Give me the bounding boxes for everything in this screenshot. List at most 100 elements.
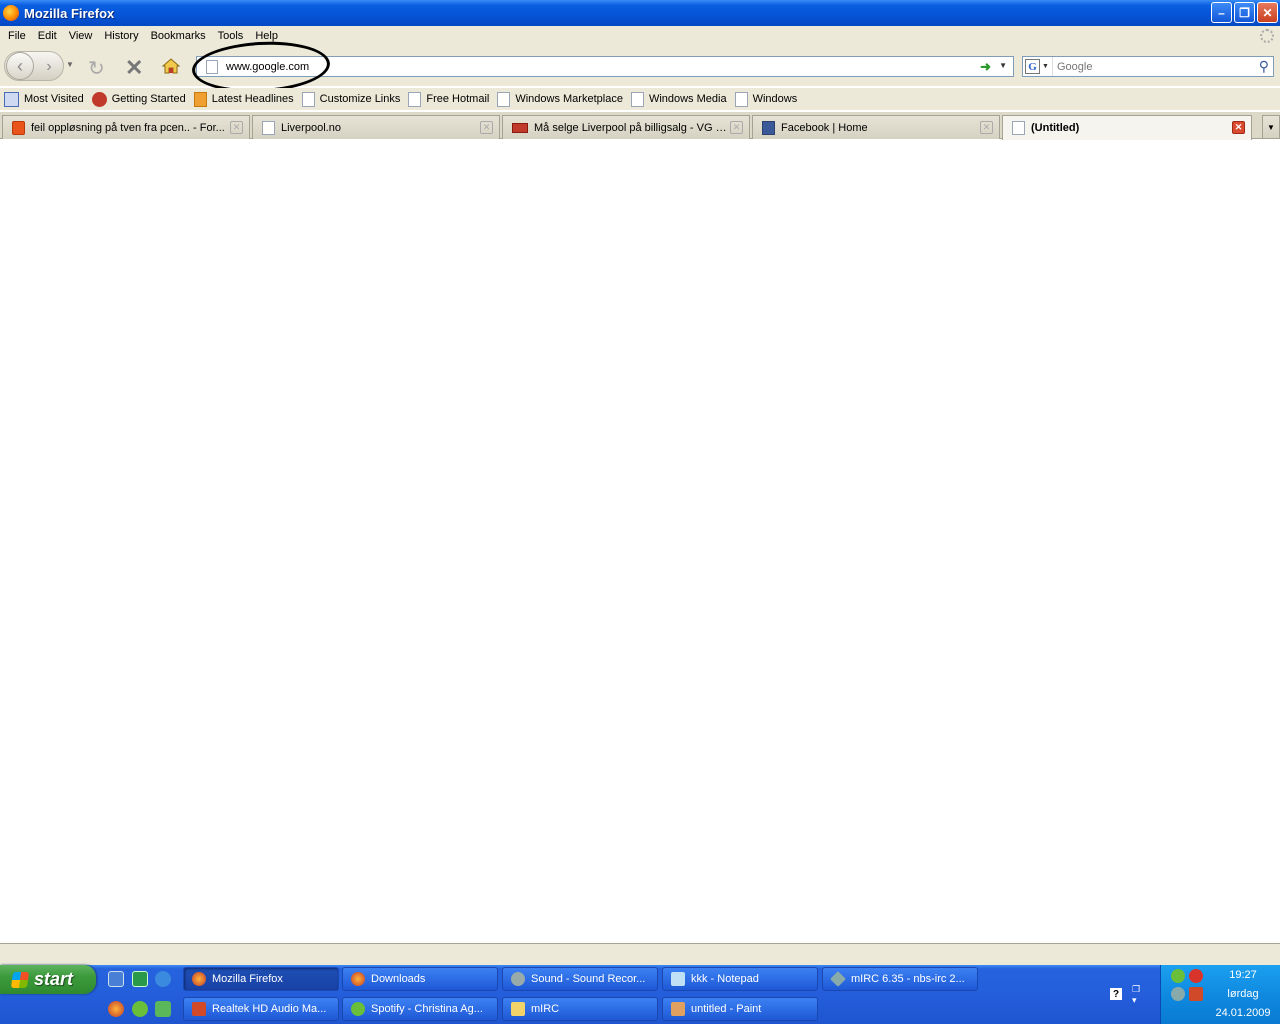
menu-file[interactable]: File [2, 30, 32, 42]
bookmark-label: Customize Links [319, 93, 401, 105]
tab-close-icon[interactable]: ✕ [730, 121, 743, 134]
bookmark-customize-links[interactable]: Customize Links [301, 91, 401, 107]
bookmark-label: Most Visited [24, 93, 84, 105]
window-controls: – ❐ ✕ [1211, 2, 1278, 23]
minimize-button[interactable]: – [1211, 2, 1232, 23]
bookmark-most-visited[interactable]: Most Visited [4, 91, 84, 107]
tab-strip: feil oppløsning på tven fra pcen.. - For… [0, 112, 1280, 140]
tray-expand-icon[interactable]: ❐ ▾ [1132, 984, 1140, 1006]
task-label: Realtek HD Audio Ma... [212, 1003, 327, 1015]
home-button[interactable] [161, 56, 181, 76]
page-content[interactable] [0, 140, 1280, 943]
quicklaunch-firefox-icon[interactable] [108, 1001, 124, 1017]
bookmark-windows-marketplace[interactable]: Windows Marketplace [497, 91, 623, 107]
list-all-tabs-button[interactable]: ▼ [1262, 115, 1280, 139]
taskbar: start Mozilla Firefox Downloads Sound - … [0, 965, 1280, 1024]
firefox-icon [192, 972, 206, 986]
restore-button[interactable]: ❐ [1234, 2, 1255, 23]
task-sound-recorder[interactable]: Sound - Sound Recor... [502, 967, 658, 991]
go-arrow-icon[interactable]: ➜ [980, 59, 991, 75]
bookmark-free-hotmail[interactable]: Free Hotmail [408, 91, 490, 107]
bookmark-getting-started[interactable]: Getting Started [91, 91, 186, 107]
rss-icon [193, 91, 207, 107]
firefox-icon [3, 5, 19, 21]
home-icon [161, 58, 181, 74]
task-notepad[interactable]: kkk - Notepad [662, 967, 818, 991]
tab-close-icon[interactable]: ✕ [480, 121, 493, 134]
tab-liverpool[interactable]: Liverpool.no ✕ [252, 115, 500, 139]
tab-label: feil oppløsning på tven fra pcen.. - For… [31, 121, 225, 134]
bookmark-label: Getting Started [111, 93, 186, 105]
tab-vg-article[interactable]: Må selge Liverpool på billigsalg - VG N.… [502, 115, 750, 139]
menu-tools[interactable]: Tools [212, 30, 250, 42]
windows-logo-icon [10, 971, 30, 988]
page-icon [630, 91, 644, 107]
task-label: Spotify - Christina Ag... [371, 1003, 483, 1015]
task-mirc-folder[interactable]: mIRC [502, 997, 658, 1021]
menu-view[interactable]: View [63, 30, 99, 42]
bookmark-label: Windows Marketplace [515, 93, 623, 105]
clock-date: 24.01.2009 [1215, 1007, 1271, 1019]
tab-feil-opplosning[interactable]: feil oppløsning på tven fra pcen.. - For… [2, 115, 250, 139]
forward-button[interactable]: › [38, 56, 60, 78]
search-engine-selector[interactable]: G ▼ [1023, 57, 1053, 76]
start-button[interactable]: start [0, 965, 96, 994]
sound-recorder-tray-icon[interactable] [1171, 987, 1185, 1001]
tab-untitled[interactable]: (Untitled) ✕ [1002, 115, 1252, 140]
quicklaunch-desktop-icon[interactable] [108, 971, 124, 987]
window-title: Mozilla Firefox [24, 5, 115, 21]
quicklaunch-ie-icon[interactable] [155, 971, 171, 987]
task-realtek-audio[interactable]: Realtek HD Audio Ma... [183, 997, 339, 1021]
tab-close-icon[interactable]: ✕ [980, 121, 993, 134]
search-icon[interactable]: ⚲ [1259, 58, 1269, 75]
bookmark-windows-media[interactable]: Windows Media [630, 91, 727, 107]
forum-favicon-icon [12, 120, 25, 135]
tab-close-icon[interactable]: ✕ [1232, 121, 1245, 134]
url-dropdown-icon[interactable]: ▼ [999, 61, 1007, 70]
url-input[interactable] [226, 60, 946, 73]
menu-history[interactable]: History [98, 30, 144, 42]
tab-facebook[interactable]: Facebook | Home ✕ [752, 115, 1000, 139]
facebook-favicon-icon [762, 120, 775, 135]
back-button[interactable]: ‹ [6, 52, 34, 80]
close-button[interactable]: ✕ [1257, 2, 1278, 23]
search-input[interactable] [1057, 60, 1252, 73]
task-paint[interactable]: untitled - Paint [662, 997, 818, 1021]
task-label: Downloads [371, 973, 426, 985]
spotify-tray-icon[interactable] [1171, 969, 1185, 983]
bookmark-windows[interactable]: Windows [734, 91, 798, 107]
clock-time[interactable]: 19:27 [1213, 969, 1273, 981]
google-icon: G [1025, 59, 1040, 74]
stop-button[interactable]: ✕ [125, 55, 143, 81]
bookmark-label: Windows [752, 93, 798, 105]
task-mirc-nbs[interactable]: mIRC 6.35 - nbs-irc 2... [822, 967, 978, 991]
task-mozilla-firefox[interactable]: Mozilla Firefox [183, 967, 339, 991]
folder-icon [511, 1002, 525, 1016]
menu-edit[interactable]: Edit [32, 30, 63, 42]
engine-dropdown-icon: ▼ [1042, 63, 1049, 70]
history-dropdown-icon[interactable]: ▼ [66, 60, 74, 69]
volume-icon[interactable] [1189, 987, 1203, 1001]
quicklaunch-messenger-icon[interactable] [155, 1001, 171, 1017]
security-alert-icon[interactable] [1189, 969, 1203, 983]
quicklaunch-app-icon[interactable] [132, 971, 148, 987]
task-label: mIRC 6.35 - nbs-irc 2... [851, 973, 965, 985]
page-icon [262, 120, 275, 135]
task-downloads[interactable]: Downloads [342, 967, 498, 991]
mirc-icon [830, 971, 846, 987]
bookmark-latest-headlines[interactable]: Latest Headlines [193, 91, 294, 107]
tab-close-icon[interactable]: ✕ [230, 121, 243, 134]
window-titlebar: Mozilla Firefox – ❐ ✕ [0, 0, 1280, 26]
help-icon[interactable]: ? [1110, 988, 1122, 1000]
reload-button[interactable]: ↻ [88, 56, 105, 81]
throbber-icon [1260, 29, 1274, 43]
bookmark-label: Free Hotmail [426, 93, 490, 105]
start-label: start [34, 969, 74, 989]
quicklaunch-spotify-icon[interactable] [132, 1001, 148, 1017]
task-spotify[interactable]: Spotify - Christina Ag... [342, 997, 498, 1021]
page-icon [1012, 121, 1025, 135]
search-bar[interactable]: G ▼ ⚲ [1022, 56, 1274, 77]
menu-help[interactable]: Help [249, 30, 284, 42]
tab-label: Facebook | Home [781, 121, 868, 134]
menu-bookmarks[interactable]: Bookmarks [145, 30, 212, 42]
